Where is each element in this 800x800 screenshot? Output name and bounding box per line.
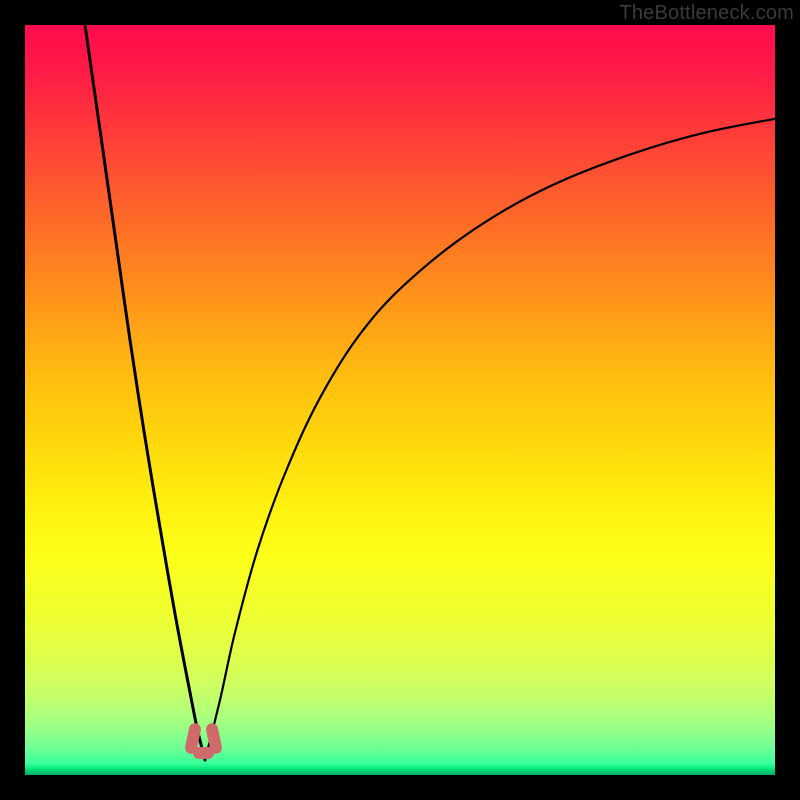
curve-right-path bbox=[205, 119, 775, 760]
curve-left-path bbox=[85, 25, 205, 760]
bottleneck-curve bbox=[25, 25, 775, 775]
credit-label: TheBottleneck.com bbox=[619, 2, 794, 25]
